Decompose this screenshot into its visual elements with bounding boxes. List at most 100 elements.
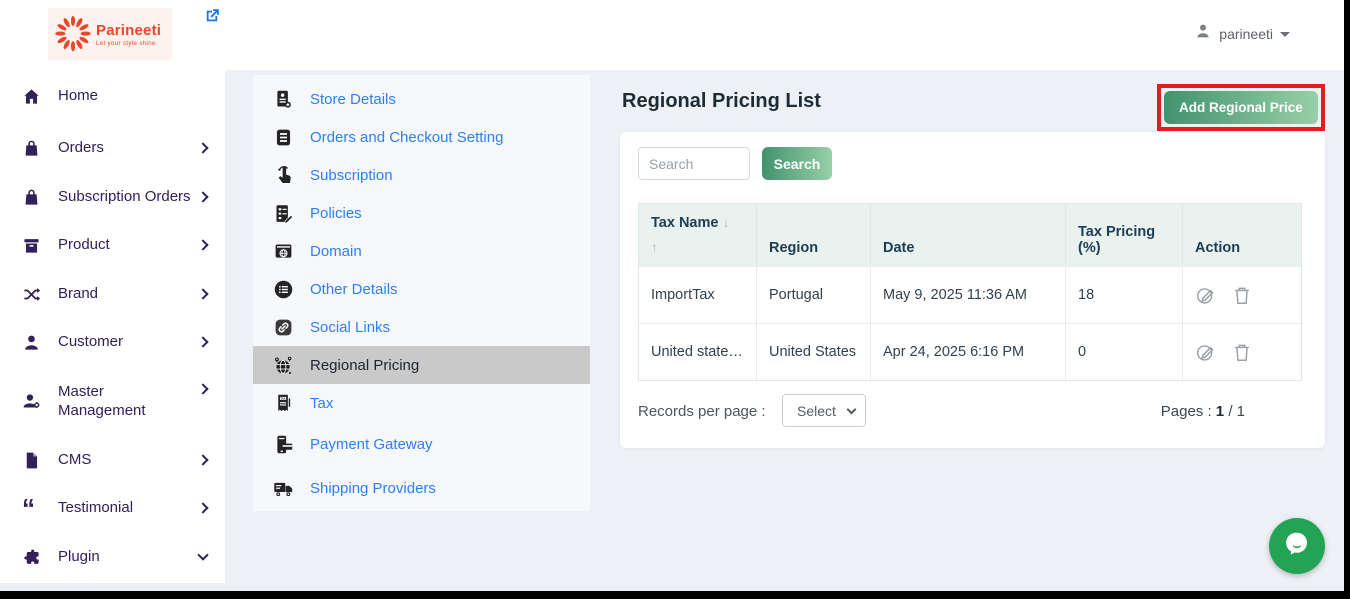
settings-item-orders-checkout[interactable]: Orders and Checkout Setting (253, 118, 590, 156)
table-row: United state… United States Apr 24, 2025… (639, 323, 1301, 380)
regional-pricing-table: Tax Name ↓ ↑ Region Date Tax Pricing (%)… (638, 203, 1302, 381)
page-separator: / (1228, 403, 1232, 420)
cell-tax-name: United state… (639, 323, 757, 380)
records-per-page-select[interactable]: Select (782, 394, 866, 427)
svg-text:TAX: TAX (280, 396, 285, 400)
other-details-list-icon (273, 279, 294, 300)
chat-widget-button[interactable] (1269, 518, 1325, 574)
settings-item-label: Tax (310, 395, 333, 412)
chevron-right-icon (197, 502, 208, 513)
add-regional-price-button[interactable]: Add Regional Price (1164, 91, 1318, 124)
cell-date: Apr 24, 2025 6:16 PM (871, 323, 1066, 380)
social-links-chain-icon (273, 317, 294, 338)
pages-label: Pages : (1161, 403, 1212, 420)
chevron-right-icon (197, 191, 208, 202)
sort-descending-icon[interactable]: ↓ (722, 214, 729, 230)
subscription-click-icon (273, 165, 294, 186)
cell-date: May 9, 2025 11:36 AM (871, 266, 1066, 323)
column-header-action: Action (1183, 204, 1301, 266)
search-button[interactable]: Search (762, 147, 832, 180)
sidebar-item-testimonial[interactable]: “ Testimonial (0, 490, 225, 526)
settings-item-shipping-providers[interactable]: Shipping Providers (253, 469, 590, 507)
brand-tagline: Let your style shine (96, 41, 161, 47)
sidebar-item-brand[interactable]: Brand (0, 276, 225, 312)
settings-item-label: Regional Pricing (310, 357, 419, 374)
edit-icon[interactable] (1195, 341, 1217, 363)
sidebar-item-label: Customer (58, 332, 123, 352)
settings-item-other-details[interactable]: Other Details (253, 270, 590, 308)
domain-browser-icon (273, 241, 294, 262)
settings-item-label: Domain (310, 243, 362, 260)
cms-file-icon (22, 451, 41, 470)
testimonial-quote-icon: “ (22, 503, 41, 513)
chevron-right-icon (197, 383, 208, 394)
brand-shuffle-icon (22, 285, 41, 304)
sunburst-logo-icon (54, 12, 92, 57)
settings-item-store-details[interactable]: Store Details (253, 80, 590, 118)
chevron-right-icon (197, 288, 208, 299)
edit-icon[interactable] (1195, 284, 1217, 306)
sidebar-item-label: Subscription Orders (58, 187, 191, 207)
sidebar-item-home[interactable]: Home (0, 78, 225, 114)
payment-gateway-icon (273, 434, 294, 455)
add-regional-price-highlight: Add Regional Price (1157, 84, 1325, 131)
records-per-page-label: Records per page : (638, 403, 766, 420)
shipping-truck-icon (273, 478, 294, 499)
settings-item-subscription[interactable]: Subscription (253, 156, 590, 194)
sidebar-item-subscription-orders[interactable]: Subscription Orders (0, 179, 225, 215)
delete-icon[interactable] (1231, 341, 1253, 363)
cell-region: United States (757, 323, 871, 380)
chevron-right-icon (197, 336, 208, 347)
settings-item-domain[interactable]: Domain (253, 232, 590, 270)
settings-item-label: Shipping Providers (310, 480, 436, 497)
sidebar-item-orders[interactable]: Orders (0, 130, 225, 166)
sidebar-item-label: Brand (58, 284, 98, 304)
policies-clipboard-icon (273, 203, 294, 224)
settings-item-label: Payment Gateway (310, 436, 433, 453)
regional-pricing-card: Search Tax Name ↓ ↑ Region Date Tax Pric… (620, 132, 1325, 448)
search-input[interactable] (638, 147, 750, 180)
app-frame: Parineeti Let your style shine parineeti (0, 0, 1344, 591)
settings-nav-panel: Store Details Orders and Checkout Settin… (253, 75, 590, 511)
sidebar-item-label: CMS (58, 450, 91, 470)
settings-item-tax[interactable]: TAX Tax (253, 384, 590, 422)
brand-logo[interactable]: Parineeti Let your style shine (48, 8, 172, 60)
sidebar-item-label: Master Management (58, 382, 178, 421)
cell-tax-pricing: 0 (1066, 323, 1183, 380)
settings-item-social-links[interactable]: Social Links (253, 308, 590, 346)
table-header-row: Tax Name ↓ ↑ Region Date Tax Pricing (%)… (639, 204, 1301, 266)
chat-bubble-icon (1282, 529, 1312, 564)
table-row: ImportTax Portugal May 9, 2025 11:36 AM … (639, 266, 1301, 323)
delete-icon[interactable] (1231, 284, 1253, 306)
settings-item-policies[interactable]: Policies (253, 194, 590, 232)
home-icon (22, 87, 41, 106)
cell-tax-pricing: 18 (1066, 266, 1183, 323)
settings-item-regional-pricing[interactable]: Regional Pricing (253, 346, 590, 384)
product-box-icon (22, 236, 41, 255)
cell-action (1183, 323, 1301, 380)
brand-text: Parineeti Let your style shine (96, 22, 161, 47)
user-menu[interactable]: parineeti (1194, 22, 1290, 45)
tax-receipt-icon: TAX (273, 393, 294, 414)
top-header: Parineeti Let your style shine parineeti (0, 0, 1344, 70)
column-header-tax-pricing: Tax Pricing (%) (1066, 204, 1183, 266)
sidebar-item-product[interactable]: Product (0, 227, 225, 263)
settings-item-label: Orders and Checkout Setting (310, 129, 503, 146)
current-page: 1 (1216, 403, 1224, 420)
sidebar-item-cms[interactable]: CMS (0, 442, 225, 478)
select-value: Select (797, 403, 836, 419)
sidebar-item-master-management[interactable]: Master Management (0, 371, 225, 431)
sort-ascending-icon[interactable]: ↑ (651, 239, 756, 255)
sidebar-item-customer[interactable]: Customer (0, 324, 225, 360)
cell-action (1183, 266, 1301, 323)
column-header-date: Date (871, 204, 1066, 266)
regional-pricing-globe-icon (273, 355, 294, 376)
cell-tax-name: ImportTax (639, 266, 757, 323)
column-header-tax-name[interactable]: Tax Name ↓ ↑ (639, 204, 757, 266)
cell-region: Portugal (757, 266, 871, 323)
open-storefront-icon[interactable] (203, 7, 221, 25)
orders-checkout-icon (273, 127, 294, 148)
settings-item-label: Store Details (310, 91, 396, 108)
settings-item-payment-gateway[interactable]: Payment Gateway (253, 425, 590, 463)
sidebar-item-plugin[interactable]: Plugin (0, 539, 225, 575)
